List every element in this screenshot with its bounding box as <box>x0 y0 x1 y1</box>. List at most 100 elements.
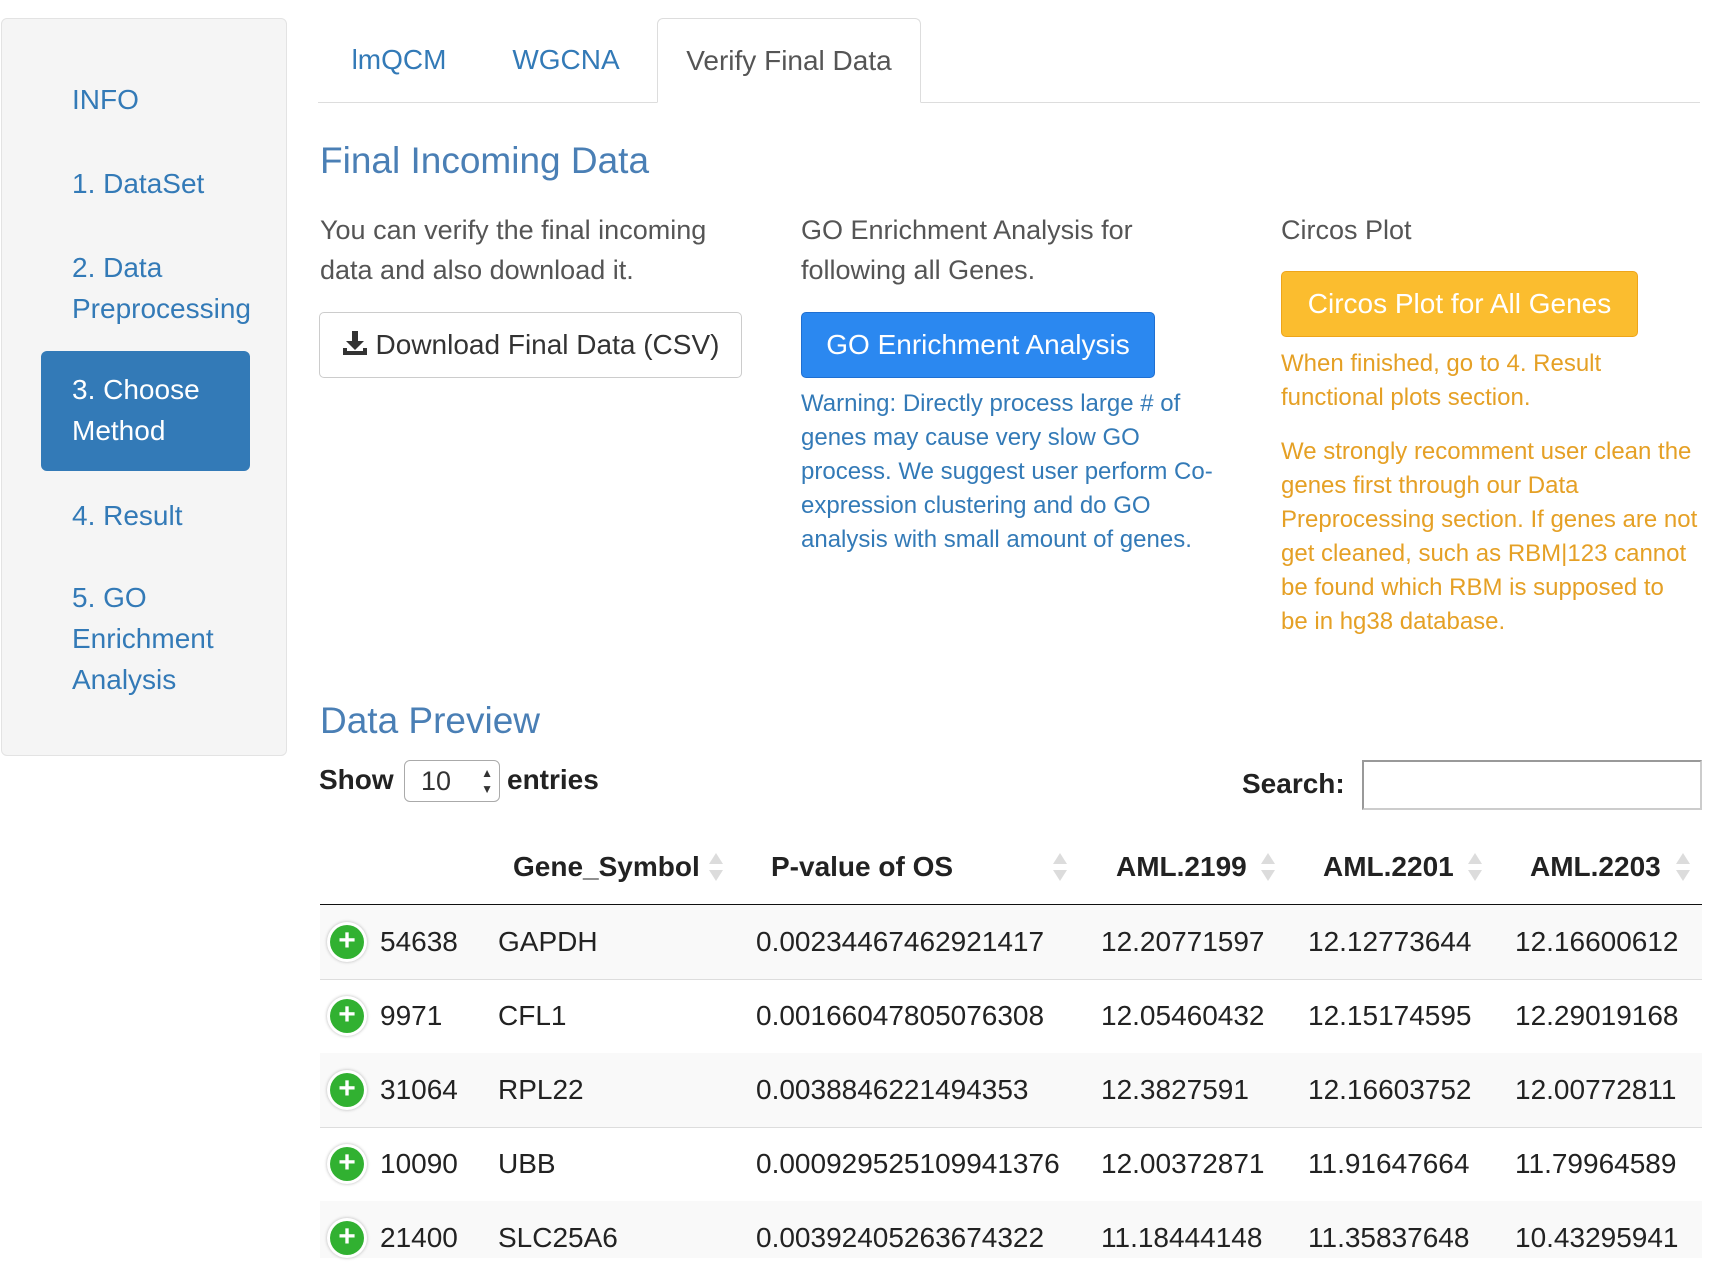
column-header-aml-2199[interactable]: AML.2199 <box>1116 830 1247 904</box>
note-line: Preprocessing section. If genes are not <box>1281 506 1698 533</box>
sidebar-item-result[interactable]: 4. Result <box>41 495 250 536</box>
cell-aml-2203: 12.00772811 <box>1515 1074 1677 1105</box>
cell-aml-2201: 11.35837648 <box>1308 1222 1470 1253</box>
cell-aml-2203: 11.79964589 <box>1515 1148 1677 1179</box>
sidebar-item-label: Enrichment <box>72 623 214 654</box>
circos-note-clean-genes: We strongly recomment user clean the gen… <box>1281 435 1711 639</box>
sidebar-item-info[interactable]: INFO <box>41 79 250 120</box>
note-line: get cleaned, such as RBM|123 cannot <box>1281 540 1687 567</box>
go-description: GO Enrichment Analysis for following all… <box>801 210 1221 290</box>
sidebar-item-data-preprocessing[interactable]: 2. Data Preprocessing <box>41 247 251 329</box>
sidebar-item-label: Preprocessing <box>72 293 251 324</box>
download-button-label: Download Final Data (CSV) <box>375 329 720 360</box>
cell-aml-2201: 12.15174595 <box>1308 1000 1472 1031</box>
circos-plot-button[interactable]: Circos Plot for All Genes <box>1281 271 1638 337</box>
tab-verify-final-data[interactable]: Verify Final Data <box>657 18 921 103</box>
cell-id: 10090 <box>380 1148 458 1179</box>
table-row[interactable]: + 21400 SLC25A6 0.00392405263674322 11.1… <box>320 1201 1702 1258</box>
go-button-label: GO Enrichment Analysis <box>826 329 1130 360</box>
cell-aml-2203: 12.16600612 <box>1515 926 1679 957</box>
description-line: following all Genes. <box>801 255 1036 285</box>
cell-aml-2199: 12.05460432 <box>1101 1000 1265 1031</box>
note-line: be found which RBM is supposed to <box>1281 574 1664 601</box>
note-line: be in hg38 database. <box>1281 608 1506 635</box>
circos-title: Circos Plot <box>1281 215 1412 245</box>
cell-aml-2201: 12.12773644 <box>1308 926 1472 957</box>
cell-id: 31064 <box>380 1074 458 1105</box>
cell-gene-symbol: UBB <box>498 1148 556 1179</box>
cell-id: 21400 <box>380 1222 458 1253</box>
entries-label: entries <box>507 764 599 795</box>
sidebar: INFO 1. DataSet 2. Data Preprocessing 3.… <box>1 18 287 756</box>
expand-row-icon[interactable]: + <box>330 925 364 959</box>
expand-row-icon[interactable]: + <box>330 1147 364 1181</box>
entries-value: 10 <box>421 766 452 796</box>
tab-lmqcm[interactable]: lmQCM <box>318 18 480 102</box>
tab-label: WGCNA <box>512 44 620 75</box>
circos-note-result: When finished, go to 4. Result functiona… <box>1281 347 1711 415</box>
sidebar-item-label: 4. Result <box>72 500 183 531</box>
table-header: Gene_Symbol P-value of OS AML.2199 AML.2… <box>320 830 1702 906</box>
column-header-gene-symbol[interactable]: Gene_Symbol <box>513 830 700 904</box>
expand-row-icon[interactable]: + <box>330 1073 364 1107</box>
column-header-aml-2203[interactable]: AML.2203 <box>1530 830 1661 904</box>
cell-gene-symbol: RPL22 <box>498 1074 584 1105</box>
table-row[interactable]: + 31064 RPL22 0.0038846221494353 12.3827… <box>320 1053 1702 1128</box>
sidebar-item-dataset[interactable]: 1. DataSet <box>41 163 250 204</box>
cell-aml-2201: 11.91647664 <box>1308 1148 1470 1179</box>
sidebar-item-label: Analysis <box>72 664 177 695</box>
table-row[interactable]: + 54638 GAPDH 0.00234467462921417 12.207… <box>320 905 1702 980</box>
sort-icon <box>1053 851 1067 883</box>
description-line: data and also download it. <box>320 255 634 285</box>
warning-line: Warning: Directly process large # of <box>801 390 1181 417</box>
sidebar-item-label: INFO <box>72 84 139 115</box>
cell-id: 9971 <box>380 1000 443 1031</box>
cell-gene-symbol: CFL1 <box>498 1000 567 1031</box>
final-data-description: You can verify the final incoming data a… <box>320 210 740 290</box>
sidebar-item-label: 3. Choose <box>72 374 200 405</box>
expand-row-icon[interactable]: + <box>330 999 364 1033</box>
description-line: GO Enrichment Analysis for <box>801 215 1133 245</box>
tab-label: Verify Final Data <box>686 45 892 76</box>
sidebar-item-choose-method[interactable]: 3. Choose Method <box>41 351 250 471</box>
warning-line: expression clustering and do GO <box>801 492 1151 519</box>
sidebar-item-label: 5. GO <box>72 582 147 613</box>
sort-icon <box>1676 851 1690 883</box>
cell-p-value: 0.0038846221494353 <box>756 1074 1029 1105</box>
tab-bar: lmQCM WGCNA Verify Final Data <box>318 18 1700 103</box>
warning-line: genes may cause very slow GO <box>801 424 1140 451</box>
tab-label: lmQCM <box>351 44 447 75</box>
download-final-data-button[interactable]: Download Final Data (CSV) <box>319 312 742 378</box>
column-header-label: AML.2203 <box>1530 851 1661 882</box>
sort-icon <box>1468 851 1482 883</box>
search-label: Search: <box>1242 768 1345 799</box>
go-enrichment-button[interactable]: GO Enrichment Analysis <box>801 312 1155 378</box>
column-header-aml-2201[interactable]: AML.2201 <box>1323 830 1454 904</box>
warning-line: analysis with small amount of genes. <box>801 526 1192 553</box>
tab-wgcna[interactable]: WGCNA <box>480 18 652 102</box>
note-line: We strongly recomment user clean the <box>1281 438 1692 465</box>
column-header-p-value[interactable]: P-value of OS <box>771 830 953 904</box>
cell-p-value: 0.00166047805076308 <box>756 1000 1045 1031</box>
warning-line: process. We suggest user perform Co- <box>801 458 1213 485</box>
cell-p-value: 0.00392405263674322 <box>756 1222 1045 1253</box>
cell-aml-2203: 12.29019168 <box>1515 1000 1679 1031</box>
show-label: Show <box>319 764 394 795</box>
sidebar-item-go-enrichment[interactable]: 5. GO Enrichment Analysis <box>41 577 250 700</box>
column-header-label: Gene_Symbol <box>513 851 700 882</box>
cell-aml-2199: 12.20771597 <box>1101 926 1265 957</box>
table-row[interactable]: + 9971 CFL1 0.00166047805076308 12.05460… <box>320 979 1702 1054</box>
search-input[interactable] <box>1362 760 1702 810</box>
entries-select[interactable]: 10 ▲ ▼ <box>404 760 500 802</box>
go-warning: Warning: Directly process large # of gen… <box>801 387 1221 557</box>
expand-row-icon[interactable]: + <box>330 1221 364 1255</box>
cell-aml-2201: 12.16603752 <box>1308 1074 1472 1105</box>
sort-icon <box>709 851 723 883</box>
cell-id: 54638 <box>380 926 458 957</box>
table-row[interactable]: + 10090 UBB 0.000929525109941376 12.0037… <box>320 1127 1702 1202</box>
section-title-final-data: Final Incoming Data <box>320 140 650 181</box>
sidebar-item-label: Method <box>72 415 166 446</box>
note-line: genes first through our Data <box>1281 472 1579 499</box>
description-line: You can verify the final incoming <box>320 215 707 245</box>
cell-gene-symbol: GAPDH <box>498 926 598 957</box>
